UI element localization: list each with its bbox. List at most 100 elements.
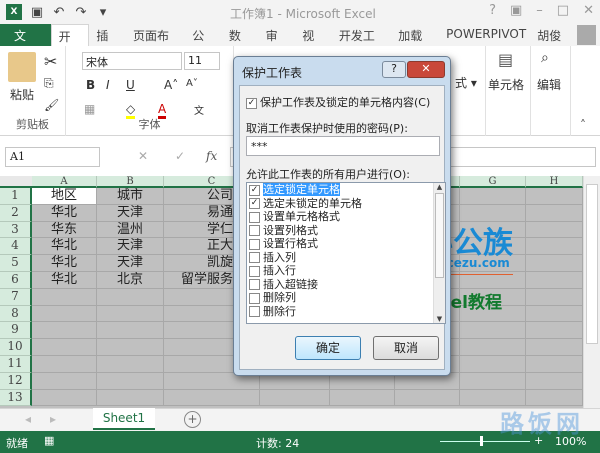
avatar[interactable] — [577, 25, 596, 45]
cell-G10[interactable] — [460, 339, 526, 356]
row-header-7[interactable]: 7 — [0, 288, 32, 306]
cell-G11[interactable] — [460, 356, 526, 373]
row-header-8[interactable]: 8 — [0, 305, 32, 323]
ok-button[interactable]: 确定 — [295, 336, 361, 360]
save-icon[interactable]: ▣ — [26, 5, 48, 20]
cell-B2[interactable]: 天津 — [97, 204, 164, 222]
scroll-thumb[interactable] — [586, 184, 598, 344]
enter-formula-icon[interactable]: ✓ — [175, 149, 185, 163]
styles-partial[interactable]: 式 ▾ — [455, 74, 477, 91]
cell-H3[interactable] — [526, 221, 583, 239]
row-header-3[interactable]: 3 — [0, 221, 32, 239]
format-painter-icon[interactable]: 🖌 — [44, 98, 59, 112]
cell-H8[interactable] — [526, 305, 583, 323]
close-icon[interactable]: ✕ — [583, 3, 594, 18]
cell-D13[interactable] — [260, 389, 330, 407]
column-header-G[interactable]: G — [460, 176, 526, 188]
cell-B1[interactable]: 城市 — [97, 188, 164, 205]
select-all-corner[interactable] — [0, 176, 32, 188]
row-header-10[interactable]: 10 — [0, 339, 32, 356]
cell-G1[interactable] — [460, 188, 526, 205]
permission-option[interactable]: 设置列格式 — [247, 224, 445, 238]
permission-option[interactable]: 删除行 — [247, 305, 445, 319]
password-input[interactable]: *** — [246, 136, 440, 156]
row-header-5[interactable]: 5 — [0, 255, 32, 272]
tab-1[interactable]: 开始 — [50, 24, 90, 61]
cell-E13[interactable] — [330, 389, 395, 407]
list-scroll-thumb[interactable] — [435, 193, 444, 278]
permission-option[interactable]: 删除列 — [247, 291, 445, 305]
permission-option[interactable]: ✓ 选定未锁定的单元格 — [247, 197, 445, 211]
cells-button[interactable]: 单元格 — [488, 76, 524, 93]
scroll-up-icon[interactable]: ▲ — [434, 183, 445, 191]
checkbox-icon[interactable]: ✓ — [246, 97, 257, 109]
row-header-12[interactable]: 12 — [0, 372, 32, 390]
zoom-slider-thumb[interactable] — [480, 436, 483, 446]
cut-icon[interactable]: ✂ — [44, 52, 57, 71]
minimize-icon[interactable]: – — [536, 3, 543, 18]
undo-icon[interactable]: ↶ — [48, 5, 70, 20]
cell-H4[interactable] — [526, 238, 583, 256]
row-header-11[interactable]: 11 — [0, 356, 32, 373]
cell-A2[interactable]: 华北 — [32, 204, 97, 222]
checkbox-icon[interactable] — [249, 225, 260, 236]
cell-A8[interactable] — [32, 305, 97, 323]
cell-A3[interactable]: 华东 — [32, 221, 97, 239]
cell-A5[interactable]: 华北 — [32, 255, 97, 272]
tab-3[interactable]: 页面布局 — [126, 24, 185, 60]
protect-checkbox[interactable]: ✓ 保护工作表及锁定的单元格内容(C) — [246, 94, 430, 110]
cell-B13[interactable] — [97, 389, 164, 407]
cell-B4[interactable]: 天津 — [97, 238, 164, 256]
column-header-A[interactable]: A — [32, 176, 97, 188]
macro-record-icon[interactable]: ▦ — [44, 434, 54, 447]
paste-button[interactable]: 粘贴 — [10, 86, 34, 103]
cell-H5[interactable] — [526, 255, 583, 272]
list-scrollbar[interactable]: ▲ ▼ — [433, 183, 445, 323]
row-header-2[interactable]: 2 — [0, 204, 32, 222]
permission-option[interactable]: 设置单元格格式 — [247, 210, 445, 224]
shrink-font-icon[interactable]: A˅ — [186, 78, 198, 89]
cell-H1[interactable] — [526, 188, 583, 205]
border-icon[interactable]: ▦ — [84, 102, 95, 116]
user-account[interactable]: 胡俊 ▾ — [533, 24, 573, 58]
cell-B7[interactable] — [97, 288, 164, 306]
copy-icon[interactable]: ⎘ — [44, 76, 54, 91]
tab-0[interactable]: 文件 — [0, 24, 51, 60]
font-name-select[interactable]: 宋体 — [82, 52, 182, 70]
checkbox-icon[interactable]: ✓ — [249, 198, 260, 209]
cells-icon[interactable]: ▤ — [498, 50, 513, 69]
checkbox-icon[interactable] — [249, 279, 260, 290]
tab-7[interactable]: 视图 — [295, 24, 332, 60]
row-header-9[interactable]: 9 — [0, 322, 32, 340]
underline-button[interactable]: U — [126, 78, 135, 92]
grow-font-icon[interactable]: A˄ — [164, 78, 178, 92]
cell-A7[interactable] — [32, 288, 97, 306]
name-box[interactable]: A1 — [5, 147, 100, 167]
cell-A10[interactable] — [32, 339, 97, 356]
checkbox-icon[interactable] — [249, 211, 260, 223]
row-header-13[interactable]: 13 — [0, 389, 32, 407]
checkbox-icon[interactable] — [249, 306, 260, 317]
vertical-scrollbar[interactable] — [583, 176, 600, 408]
cell-A1[interactable]: 地区 — [32, 188, 97, 205]
bold-button[interactable]: B — [86, 78, 95, 92]
cell-G9[interactable] — [460, 322, 526, 340]
column-header-B[interactable]: B — [97, 176, 164, 188]
cell-H12[interactable] — [526, 372, 583, 390]
tab-5[interactable]: 数据 — [222, 24, 259, 60]
tab-10[interactable]: POWERPIVOT — [439, 24, 533, 46]
tab-6[interactable]: 审阅 — [259, 24, 296, 60]
find-icon[interactable]: ⌕ — [541, 50, 549, 66]
cell-A4[interactable]: 华北 — [32, 238, 97, 256]
cell-G12[interactable] — [460, 372, 526, 390]
cell-C13[interactable] — [164, 389, 260, 407]
checkbox-icon[interactable] — [249, 292, 260, 304]
font-size-select[interactable]: 11 — [184, 52, 220, 70]
cell-B6[interactable]: 北京 — [97, 272, 164, 289]
maximize-icon[interactable]: □ — [557, 3, 569, 18]
permission-option[interactable]: 插入行 — [247, 264, 445, 278]
cell-H9[interactable] — [526, 322, 583, 340]
permission-option[interactable]: ✓ 选定锁定单元格 — [247, 183, 445, 197]
column-header-H[interactable]: H — [526, 176, 583, 188]
cell-A11[interactable] — [32, 356, 97, 373]
